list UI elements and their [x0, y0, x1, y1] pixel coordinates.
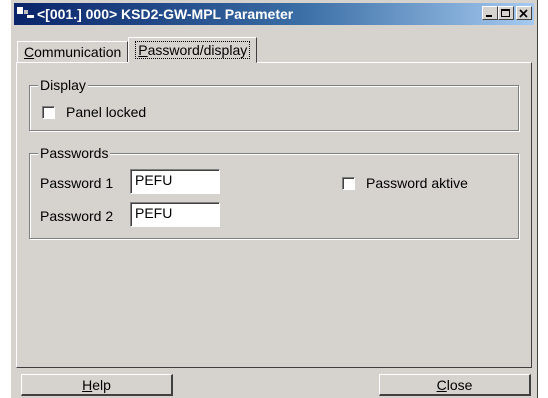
- panel-locked-checkbox[interactable]: [42, 106, 55, 119]
- close-button[interactable]: [516, 6, 532, 20]
- close-dialog-button[interactable]: Close: [379, 374, 531, 396]
- password-aktive-label[interactable]: Password aktive: [366, 175, 468, 191]
- tab-password-display-accel: P: [138, 42, 148, 58]
- password2-label: Password 2: [40, 208, 114, 224]
- password1-input[interactable]: PEFU: [130, 169, 220, 194]
- tab-page: Display Panel locked Passwords Password …: [16, 62, 532, 368]
- app-icon: [17, 6, 35, 22]
- tab-communication[interactable]: Communication: [17, 41, 129, 63]
- title-bar[interactable]: <[001.] 000> KSD2-GW-MPL Parameter: [14, 3, 534, 25]
- tab-focus-rect: Password/display: [135, 41, 251, 59]
- tab-communication-accel: C: [24, 44, 35, 60]
- display-group: Display Panel locked: [29, 77, 519, 131]
- passwords-group: Passwords Password 1 PEFU Password 2 PEF…: [29, 145, 519, 239]
- tab-communication-label: ommunication: [34, 44, 122, 60]
- password2-input[interactable]: PEFU: [130, 202, 220, 227]
- panel-locked-label[interactable]: Panel locked: [66, 104, 146, 120]
- tab-password-display-label: assword/display: [147, 42, 248, 58]
- maximize-icon: [501, 9, 510, 17]
- help-button-accel: H: [82, 377, 93, 393]
- help-button-label: elp: [92, 377, 111, 393]
- password1-label: Password 1: [40, 175, 114, 191]
- close-button-label: lose: [446, 377, 473, 393]
- help-button[interactable]: Help: [21, 374, 173, 396]
- tab-password-display[interactable]: Password/display: [128, 37, 258, 63]
- close-icon: [519, 9, 528, 18]
- minimize-button[interactable]: [482, 6, 498, 20]
- window-controls: [482, 6, 532, 20]
- password-aktive-checkbox[interactable]: [342, 177, 355, 190]
- close-button-accel: C: [436, 377, 447, 393]
- window-title: <[001.] 000> KSD2-GW-MPL Parameter: [37, 6, 294, 22]
- passwords-group-title: Passwords: [38, 145, 111, 161]
- minimize-icon: [486, 15, 492, 17]
- dialog-window: <[001.] 000> KSD2-GW-MPL Parameter Commu…: [10, 0, 538, 398]
- tab-strip: Communication Password/display: [17, 37, 258, 63]
- display-group-title: Display: [38, 77, 88, 93]
- maximize-button[interactable]: [498, 6, 514, 20]
